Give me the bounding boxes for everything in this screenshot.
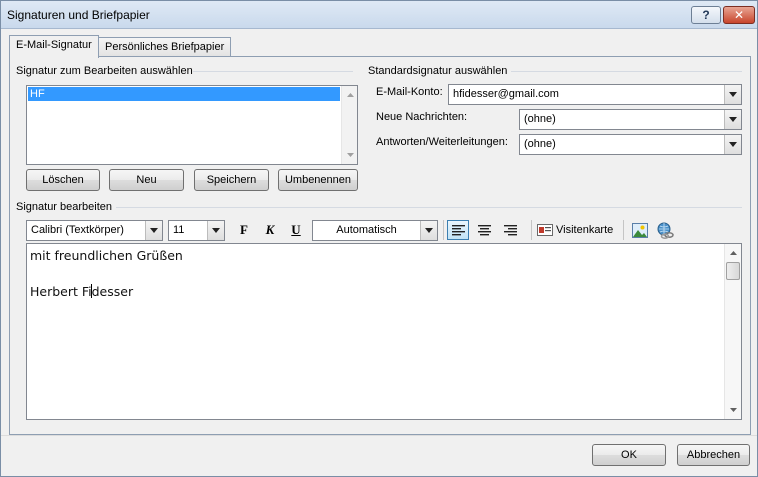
scroll-thumb[interactable] [726, 262, 740, 280]
chevron-down-icon[interactable] [724, 110, 741, 129]
edit-signature-group-label: Signatur bearbeiten [16, 201, 113, 213]
underline-icon: U [291, 222, 301, 237]
scroll-up-icon[interactable] [725, 246, 741, 260]
toolbar-separator [623, 220, 624, 240]
group-divider [193, 71, 353, 72]
chevron-down-icon[interactable] [207, 221, 224, 240]
select-signature-group-label: Signatur zum Bearbeiten auswählen [16, 65, 193, 77]
footer-divider [1, 435, 757, 436]
email-account-select[interactable]: hfidesser@gmail.com [448, 84, 742, 105]
email-account-label: E-Mail-Konto: [376, 86, 443, 98]
font-color-value: Automatisch [336, 224, 397, 236]
new-messages-value: (ohne) [524, 113, 556, 125]
new-messages-select[interactable]: (ohne) [519, 109, 742, 130]
font-select[interactable]: Calibri (Textkörper) [26, 220, 163, 241]
editor-scrollbar[interactable] [724, 244, 741, 419]
replies-forwards-select[interactable]: (ohne) [519, 134, 742, 155]
font-value: Calibri (Textkörper) [31, 224, 124, 236]
cancel-button-label: Abbrechen [686, 449, 741, 461]
align-left-icon [451, 224, 465, 235]
new-button-label: Neu [136, 174, 157, 186]
picture-icon [632, 222, 648, 238]
tab-email-signature[interactable]: E-Mail-Signatur [9, 35, 99, 58]
toolbar-separator [531, 220, 532, 240]
signature-name-end: desser [91, 284, 134, 299]
tab-personal-stationery-label: Persönliches Briefpapier [105, 41, 225, 53]
font-size-value: 11 [173, 224, 185, 236]
align-right-button[interactable] [499, 220, 521, 240]
close-button[interactable]: ✕ [723, 6, 755, 24]
business-card-button[interactable]: Visitenkarte [537, 220, 613, 240]
chevron-down-icon[interactable] [724, 85, 741, 104]
align-center-icon [477, 224, 491, 235]
signature-list-item[interactable]: HF [28, 87, 340, 101]
business-card-label: Visitenkarte [556, 224, 614, 236]
rename-button-label: Umbenennen [284, 174, 352, 186]
chevron-down-icon[interactable] [420, 221, 437, 240]
help-button[interactable]: ? [691, 6, 721, 24]
save-button-label: Speichern [206, 174, 257, 186]
delete-button-label: Löschen [42, 174, 84, 186]
insert-hyperlink-button[interactable] [655, 220, 677, 240]
replies-forwards-value: (ohne) [524, 138, 556, 150]
signature-name-start: Herbert Fi [30, 284, 92, 299]
rename-button[interactable]: Umbenennen [278, 169, 358, 191]
delete-button[interactable]: Löschen [26, 169, 100, 191]
new-messages-label: Neue Nachrichten: [376, 111, 468, 123]
underline-button[interactable]: U [285, 220, 307, 240]
scroll-down-icon[interactable] [725, 403, 741, 417]
ok-button[interactable]: OK [592, 444, 666, 466]
signature-editor[interactable]: mit freundlichen Grüßen Herbert Fidesser [26, 243, 742, 420]
signature-line-name: Herbert Fidesser [30, 284, 133, 299]
align-left-button[interactable] [447, 220, 469, 240]
ok-button-label: OK [621, 449, 637, 461]
replies-forwards-label: Antworten/Weiterleitungen: [376, 136, 508, 148]
font-color-select[interactable]: Automatisch [312, 220, 438, 241]
signatures-dialog: Signaturen und Briefpapier ? ✕ E-Mail-Si… [0, 0, 758, 477]
font-size-select[interactable]: 11 [168, 220, 225, 241]
cancel-button[interactable]: Abbrechen [677, 444, 750, 466]
scroll-up-icon[interactable] [342, 88, 358, 102]
new-button[interactable]: Neu [109, 169, 184, 191]
align-center-button[interactable] [473, 220, 495, 240]
group-divider [116, 207, 742, 208]
title-bar: Signaturen und Briefpapier ? ✕ [1, 1, 757, 29]
signature-list-scrollbar[interactable] [341, 86, 357, 164]
window-title: Signaturen und Briefpapier [7, 8, 150, 22]
tab-personal-stationery[interactable]: Persönliches Briefpapier [98, 37, 232, 57]
email-account-value: hfidesser@gmail.com [453, 88, 559, 100]
chevron-down-icon[interactable] [724, 135, 741, 154]
help-icon: ? [702, 8, 710, 22]
business-card-icon [537, 224, 553, 236]
group-divider [511, 71, 742, 72]
italic-button[interactable]: K [259, 220, 281, 240]
align-right-icon [503, 224, 517, 235]
bold-button[interactable]: F [233, 220, 255, 240]
italic-icon: K [265, 222, 275, 237]
default-signature-group-label: Standardsignatur auswählen [368, 65, 508, 77]
tab-email-signature-label: E-Mail-Signatur [16, 39, 92, 51]
bold-icon: F [240, 222, 248, 237]
signature-line-closing: mit freundlichen Grüßen [30, 248, 183, 263]
hyperlink-icon [657, 222, 674, 239]
toolbar-separator [443, 220, 444, 240]
scroll-down-icon[interactable] [342, 148, 358, 162]
chevron-down-icon[interactable] [145, 221, 162, 240]
signature-list[interactable]: HF [26, 85, 358, 165]
close-icon: ✕ [733, 8, 745, 22]
insert-picture-button[interactable] [629, 220, 651, 240]
save-button[interactable]: Speichern [194, 169, 269, 191]
